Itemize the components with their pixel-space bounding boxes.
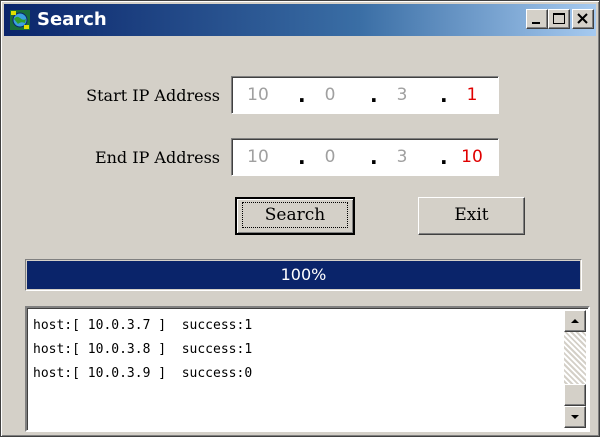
- window-title: Search: [37, 9, 107, 30]
- minimize-icon: [532, 22, 540, 24]
- results-log[interactable]: host:[ 10.0.3.7 ] success:1 host:[ 10.0.…: [25, 306, 590, 432]
- scroll-down-button[interactable]: [564, 406, 586, 428]
- ip-separator: .: [370, 145, 378, 169]
- ip-separator: .: [440, 145, 448, 169]
- progress-text: 100%: [280, 265, 327, 284]
- maximize-button[interactable]: [548, 9, 570, 29]
- end-ip-label: End IP Address: [94, 148, 220, 167]
- vertical-scrollbar[interactable]: [564, 310, 586, 428]
- arrow-down-icon: [571, 415, 579, 419]
- start-ip-octet-4[interactable]: 1: [452, 85, 492, 105]
- title-bar[interactable]: Search: [4, 4, 596, 36]
- end-ip-field[interactable]: 10 . 0 . 3 . 10: [231, 138, 499, 176]
- close-button[interactable]: [572, 9, 594, 29]
- scroll-thumb[interactable]: [564, 384, 586, 406]
- close-icon: [577, 13, 588, 24]
- ip-separator: .: [298, 83, 306, 107]
- log-line: host:[ 10.0.3.8 ] success:1: [33, 342, 253, 357]
- start-ip-label: Start IP Address: [86, 86, 220, 105]
- exit-button[interactable]: Exit: [418, 197, 525, 235]
- log-line: host:[ 10.0.3.7 ] success:1: [33, 318, 253, 333]
- ip-separator: .: [440, 83, 448, 107]
- start-ip-octet-3[interactable]: 3: [382, 85, 422, 105]
- end-ip-octet-3[interactable]: 3: [382, 147, 422, 167]
- network-globe-icon: [10, 10, 30, 30]
- search-button[interactable]: Search: [235, 197, 355, 235]
- ip-separator: .: [370, 83, 378, 107]
- log-line: host:[ 10.0.3.9 ] success:0: [33, 366, 253, 381]
- minimize-button[interactable]: [526, 9, 548, 29]
- start-ip-octet-2[interactable]: 0: [310, 85, 350, 105]
- ip-separator: .: [298, 145, 306, 169]
- search-dialog: Search Start IP Address 10 . 0 . 3 . 1 E…: [0, 0, 600, 437]
- start-ip-octet-1[interactable]: 10: [238, 85, 278, 105]
- end-ip-octet-1[interactable]: 10: [238, 147, 278, 167]
- progress-bar: 100%: [25, 259, 582, 291]
- start-ip-field[interactable]: 10 . 0 . 3 . 1: [231, 76, 499, 114]
- maximize-icon: [553, 13, 565, 24]
- arrow-up-icon: [571, 319, 579, 323]
- scroll-up-button[interactable]: [564, 310, 586, 332]
- search-button-label: Search: [241, 202, 349, 228]
- end-ip-octet-2[interactable]: 0: [310, 147, 350, 167]
- end-ip-octet-4[interactable]: 10: [452, 147, 492, 167]
